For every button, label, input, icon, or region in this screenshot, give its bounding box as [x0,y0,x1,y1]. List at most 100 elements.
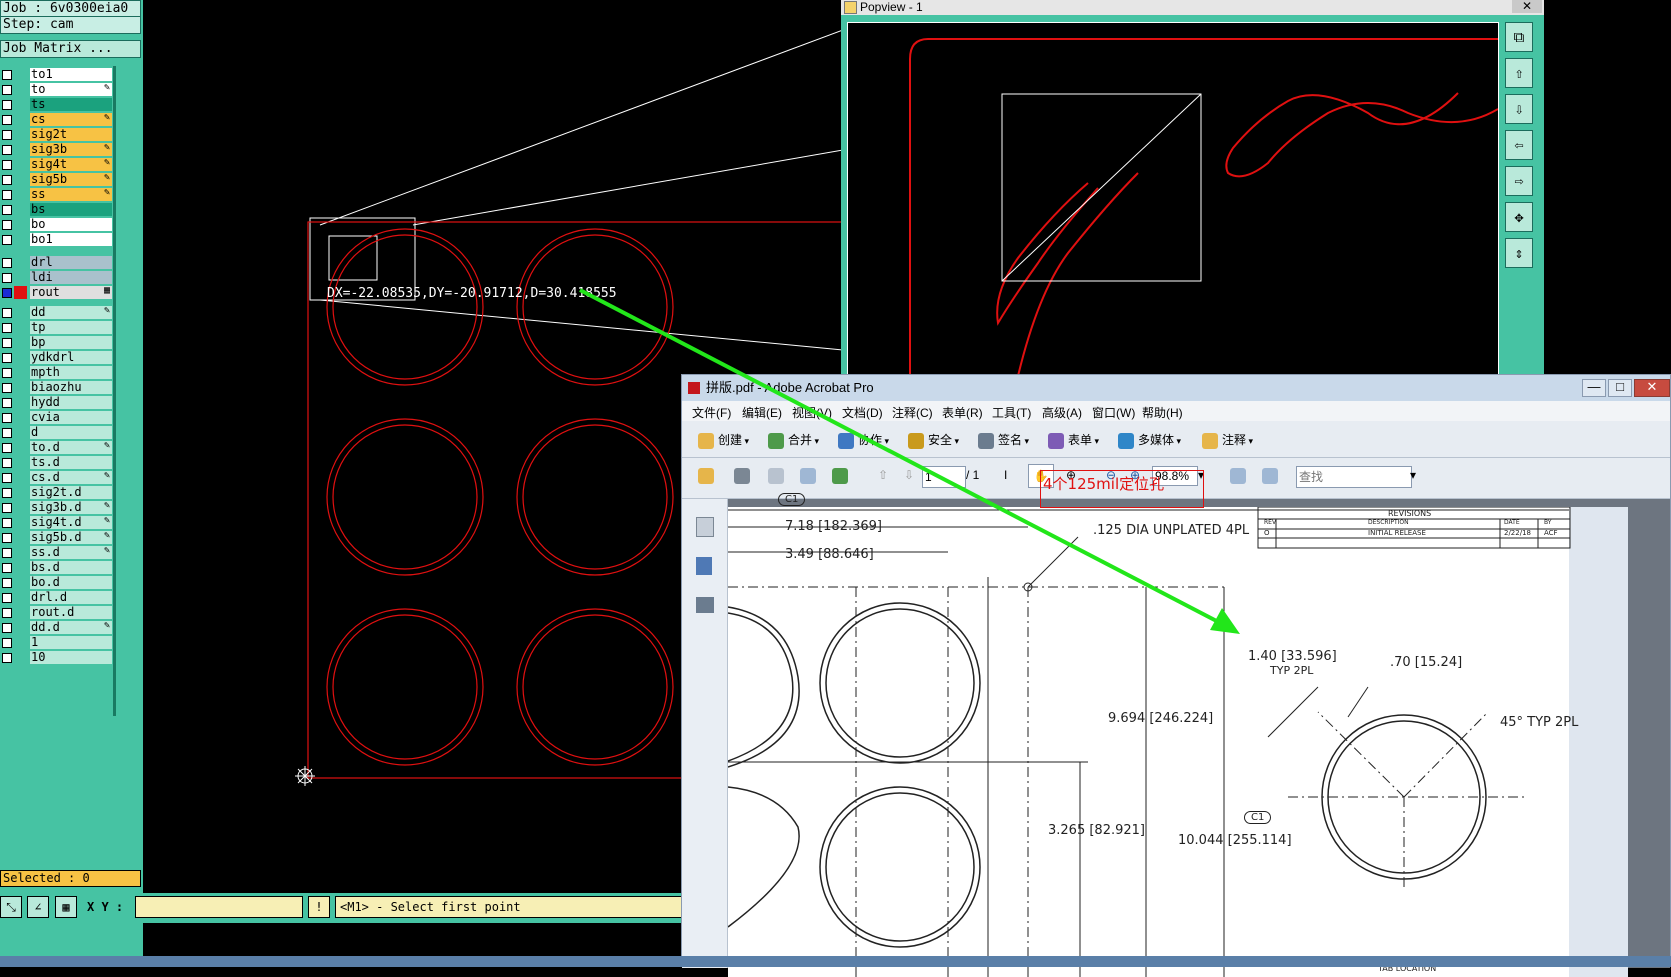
layer-row[interactable]: ss.d ✎ [0,545,113,560]
layer-checkbox[interactable] [2,368,12,378]
xy-input[interactable] [135,896,303,918]
select-tool-icon[interactable]: I [1004,468,1007,482]
task-button[interactable]: 安全 ▾ [908,431,959,449]
layer-name[interactable]: drl.d [30,591,112,604]
layer-row[interactable]: sig4t.d ✎ [0,515,113,530]
layer-name[interactable]: ss.d [30,546,112,559]
layer-checkbox[interactable] [2,413,12,423]
layer-checkbox[interactable] [2,398,12,408]
layer-row[interactable]: bp [0,335,113,350]
layer-checkbox[interactable] [2,428,12,438]
layer-name[interactable]: ldi [30,271,112,284]
info-icon[interactable]: ! [308,896,330,918]
layer-checkbox[interactable] [2,235,12,245]
layer-checkbox[interactable] [2,488,12,498]
pages-icon[interactable] [696,517,714,537]
search-chevron-icon[interactable]: ▾ [1410,468,1416,482]
layer-name[interactable]: rout [30,286,112,299]
layer-checkbox[interactable] [2,258,12,268]
pdf-annotation-box[interactable]: 4个125mil定位孔 [1040,470,1204,508]
email-icon[interactable] [800,468,820,484]
menu-item[interactable]: 文件(F) [692,404,731,421]
layer-name[interactable]: biaozhu [30,381,112,394]
layer-name[interactable]: dd [30,306,112,319]
layer-checkbox[interactable] [2,145,12,155]
layer-row[interactable]: cs ✎ [0,112,113,127]
bookmarks-icon[interactable] [696,557,712,575]
layer-checkbox[interactable] [2,383,12,393]
layer-checkbox[interactable] [2,353,12,363]
close-button[interactable]: ✕ [1512,0,1542,13]
layer-checkbox[interactable] [2,578,12,588]
layer-name[interactable]: cs.d [30,471,112,484]
menu-item[interactable]: 窗口(W) [1092,404,1135,421]
layer-checkbox[interactable] [2,288,12,298]
layer-checkbox[interactable] [2,593,12,603]
layer-row[interactable]: sig5b.d ✎ [0,530,113,545]
layer-row[interactable]: biaozhu [0,380,113,395]
popview-down-icon[interactable]: ⇩ [1505,94,1533,124]
layer-checkbox[interactable] [2,160,12,170]
layer-name[interactable]: sig4t.d [30,516,112,529]
popview-left-icon[interactable]: ⇦ [1505,130,1533,160]
layer-name[interactable]: bs [30,203,112,216]
layer-name[interactable]: hydd [30,396,112,409]
page-number-input[interactable] [922,466,966,488]
layer-checkbox[interactable] [2,653,12,663]
layer-row[interactable]: rout.d [0,605,113,620]
task-button[interactable]: 多媒体 ▾ [1118,431,1181,449]
layer-row[interactable]: 1 [0,635,113,650]
layer-row[interactable]: sig2t.d [0,485,113,500]
task-button[interactable]: 注释 ▾ [1202,431,1253,449]
layer-row[interactable]: rout ▦ [0,285,113,300]
layer-name[interactable]: to.d [30,441,112,454]
layer-name[interactable]: 10 [30,651,112,664]
layer-row[interactable]: ydkdrl [0,350,113,365]
layer-checkbox[interactable] [2,205,12,215]
layer-checkbox[interactable] [2,175,12,185]
layer-name[interactable]: dd.d [30,621,112,634]
layer-name[interactable]: sig2t.d [30,486,112,499]
layer-name[interactable]: d [30,426,112,439]
layer-row[interactable]: 10 [0,650,113,665]
layer-checkbox[interactable] [2,608,12,618]
layer-row[interactable]: tp [0,320,113,335]
layer-checkbox[interactable] [2,323,12,333]
layer-row[interactable]: ss ✎ [0,187,113,202]
menu-item[interactable]: 文档(D) [842,404,883,421]
layer-checkbox[interactable] [2,85,12,95]
layer-name[interactable]: bo.d [30,576,112,589]
search-input[interactable] [1296,466,1412,488]
minimize-icon[interactable]: — [1582,379,1606,397]
layer-row[interactable]: sig2t [0,127,113,142]
task-button[interactable]: 创建 ▾ [698,431,749,449]
fit-width-icon[interactable] [1230,468,1250,484]
layer-name[interactable]: bp [30,336,112,349]
menu-item[interactable]: 工具(T) [992,404,1031,421]
layer-row[interactable]: dd.d ✎ [0,620,113,635]
layer-row[interactable]: cs.d ✎ [0,470,113,485]
layer-name[interactable]: tp [30,321,112,334]
popview-canvas[interactable] [847,22,1499,377]
menu-item[interactable]: 表单(R) [942,404,983,421]
maximize-icon[interactable]: □ [1608,379,1632,397]
layer-checkbox[interactable] [2,458,12,468]
task-button[interactable]: 合并 ▾ [768,431,819,449]
layer-name[interactable]: sig3b.d [30,501,112,514]
layer-row[interactable]: dd ✎ [0,305,113,320]
layer-row[interactable]: bs [0,202,113,217]
layer-row[interactable]: drl.d [0,590,113,605]
layer-name[interactable]: mpth [30,366,112,379]
layer-row[interactable]: to1 [0,67,113,82]
layer-row[interactable]: ts.d [0,455,113,470]
layer-name[interactable]: bo1 [30,233,112,246]
popview-zoom-icon[interactable]: ⇕ [1505,238,1533,268]
layer-checkbox[interactable] [2,130,12,140]
save-icon[interactable] [768,468,788,484]
layer-row[interactable]: bs.d [0,560,113,575]
print-icon[interactable] [734,468,754,484]
popview-fit-icon[interactable]: ⧉ [1505,22,1533,52]
layer-row[interactable]: to.d ✎ [0,440,113,455]
layer-name[interactable]: sig4t [30,158,112,171]
layer-row[interactable]: ts [0,97,113,112]
